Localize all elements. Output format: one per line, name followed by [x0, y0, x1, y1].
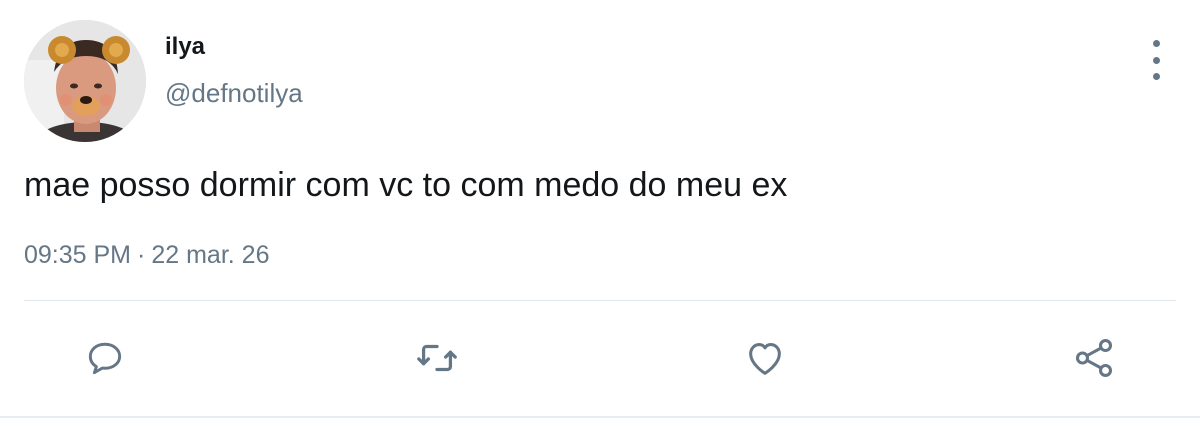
bottom-divider — [0, 416, 1200, 418]
avatar-image — [24, 20, 146, 142]
tweet-text: mae posso dormir com vc to com medo do m… — [24, 166, 788, 204]
tweet-time: 09:35 PM — [24, 241, 132, 269]
share-icon — [1075, 339, 1113, 377]
reply-icon — [88, 342, 122, 375]
divider — [24, 300, 1176, 301]
more-options-button[interactable] — [1144, 40, 1168, 80]
more-dot-icon — [1152, 56, 1160, 64]
more-dot-icon — [1152, 40, 1160, 47]
user-handle[interactable]: @defnotilya — [165, 78, 303, 108]
tweet-card: ilya @defnotilya mae posso dormir com vc… — [0, 0, 1200, 430]
tweet-metadata: 09:35 PM · 22 mar. 26 — [24, 240, 269, 270]
retweet-button[interactable] — [413, 334, 461, 382]
avatar[interactable] — [24, 20, 146, 142]
meta-separator: · — [137, 241, 146, 269]
heart-icon — [749, 343, 781, 375]
reply-button[interactable] — [81, 334, 129, 382]
display-name[interactable]: ilya — [165, 33, 205, 61]
more-dot-icon — [1152, 73, 1160, 80]
like-button[interactable] — [741, 334, 789, 382]
tweet-date: 22 mar. 26 — [151, 241, 270, 269]
share-button[interactable] — [1070, 334, 1118, 382]
retweet-icon — [417, 344, 457, 372]
